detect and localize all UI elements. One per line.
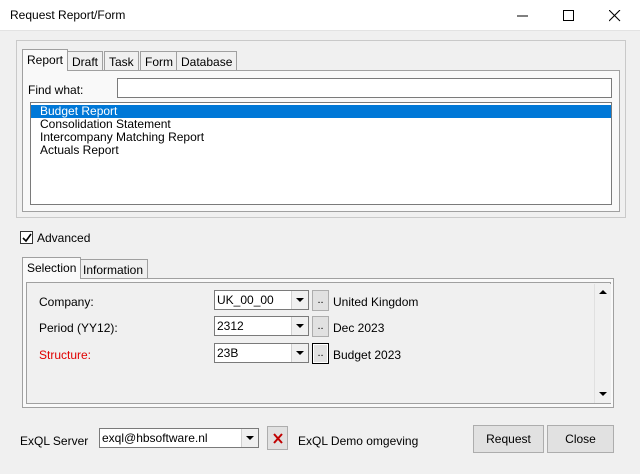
structure-combo[interactable]: 23B xyxy=(214,343,309,363)
close-button[interactable]: Close xyxy=(547,425,614,453)
delete-server-button[interactable] xyxy=(267,426,288,450)
period-description: Dec 2023 xyxy=(333,321,385,335)
title-bar: Request Report/Form xyxy=(0,0,640,31)
arrow-down-icon xyxy=(599,392,607,396)
company-combo[interactable]: UK_00_00 xyxy=(214,290,309,310)
server-value: exql@hbsoftware.nl xyxy=(102,431,208,445)
tab-report[interactable]: Report xyxy=(22,49,69,71)
minimize-button[interactable] xyxy=(500,0,546,31)
company-browse-button[interactable]: .. xyxy=(312,290,329,311)
company-label: Company: xyxy=(39,295,94,309)
tab-form[interactable]: Form xyxy=(140,51,178,71)
scroll-up-button[interactable] xyxy=(595,284,612,301)
tab-database[interactable]: Database xyxy=(176,51,238,71)
server-label: ExQL Server xyxy=(20,434,89,448)
list-item[interactable]: Actuals Report xyxy=(31,144,611,157)
server-description: ExQL Demo omgeving xyxy=(298,434,419,448)
selection-scrollbar[interactable] xyxy=(594,284,611,403)
find-input[interactable] xyxy=(117,78,612,98)
period-label: Period (YY12): xyxy=(39,321,118,335)
tab-information[interactable]: Information xyxy=(78,259,149,279)
checkmark-icon xyxy=(22,233,32,243)
chevron-down-icon xyxy=(296,324,304,328)
arrow-up-icon xyxy=(599,290,607,294)
structure-description: Budget 2023 xyxy=(333,348,402,362)
chevron-down-icon xyxy=(246,436,254,440)
structure-label: Structure: xyxy=(39,348,92,362)
minimize-icon xyxy=(517,15,528,17)
maximize-icon xyxy=(563,10,574,21)
period-combo[interactable]: 2312 xyxy=(214,316,309,336)
scroll-down-button[interactable] xyxy=(595,386,612,403)
maximize-button[interactable] xyxy=(546,0,592,31)
structure-dropdown-arrow[interactable] xyxy=(291,344,308,362)
period-dropdown-arrow[interactable] xyxy=(291,317,308,335)
advanced-checkbox[interactable] xyxy=(20,231,33,244)
close-window-button[interactable] xyxy=(592,0,638,31)
find-label: Find what: xyxy=(28,83,84,97)
company-description: United Kingdom xyxy=(333,295,419,309)
period-browse-button[interactable]: .. xyxy=(312,316,329,337)
server-dropdown-arrow[interactable] xyxy=(241,429,258,447)
delete-x-icon xyxy=(273,433,283,444)
tab-selection[interactable]: Selection xyxy=(22,257,82,279)
window-title: Request Report/Form xyxy=(10,8,126,22)
chevron-down-icon xyxy=(296,298,304,302)
request-button[interactable]: Request xyxy=(473,425,544,453)
tab-draft[interactable]: Draft xyxy=(67,51,104,71)
company-dropdown-arrow[interactable] xyxy=(291,291,308,309)
company-value: UK_00_00 xyxy=(217,293,274,307)
report-listbox[interactable]: Budget Report Consolidation Statement In… xyxy=(30,102,612,205)
chevron-down-icon xyxy=(296,351,304,355)
tab-task[interactable]: Task xyxy=(104,51,139,71)
close-icon xyxy=(609,10,621,22)
advanced-label: Advanced xyxy=(37,231,91,245)
server-combo[interactable]: exql@hbsoftware.nl xyxy=(99,428,259,448)
structure-browse-button[interactable]: .. xyxy=(312,343,329,364)
structure-value: 23B xyxy=(217,346,239,360)
period-value: 2312 xyxy=(217,319,244,333)
